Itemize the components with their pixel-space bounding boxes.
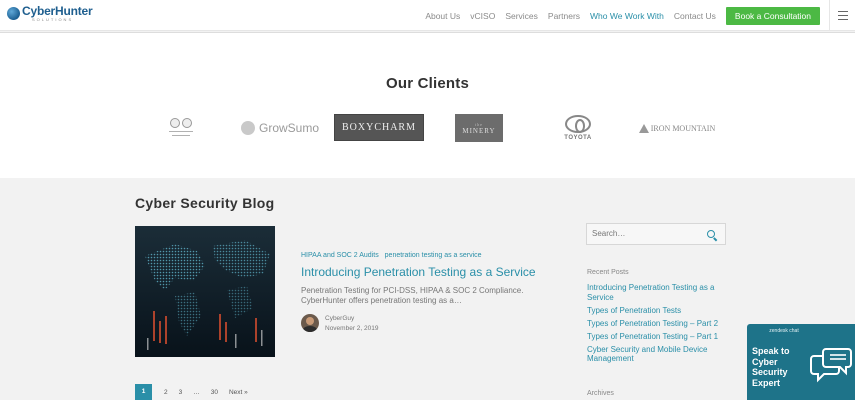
logo-title: CyberHunter xyxy=(22,4,93,18)
chat-prompt: Speak to Cyber Security Expert xyxy=(752,346,790,388)
growsumo-logo-text: GrowSumo xyxy=(258,121,320,135)
cyberhunter-logo[interactable]: CyberHunter SOLUTIONS xyxy=(7,4,93,22)
globe-icon xyxy=(7,7,20,20)
recent-post-link[interactable]: Types of Penetration Testing – Part 1 xyxy=(587,332,727,342)
nav-about-us[interactable]: About Us xyxy=(425,11,460,21)
chat-bubbles-icon xyxy=(810,348,852,383)
menu-icon[interactable] xyxy=(829,0,855,31)
main-nav: About Us vCISO Services Partners Who We … xyxy=(425,0,855,31)
page-30[interactable]: 30 xyxy=(211,389,218,396)
chat-brand: zendesk chat xyxy=(769,328,799,334)
category-link[interactable]: penetration testing as a service xyxy=(385,252,482,259)
category-link[interactable]: HIPAA and SOC 2 Audits xyxy=(301,252,379,259)
toyota-logo-text: TOYOTA xyxy=(564,135,592,141)
mountain-icon xyxy=(638,123,649,133)
nav-vciso[interactable]: vCISO xyxy=(470,11,495,21)
nav-who-we-work-with[interactable]: Who We Work With xyxy=(590,11,664,21)
recent-posts-list: Introducing Penetration Testing as a Ser… xyxy=(587,283,727,367)
page-2[interactable]: 2 xyxy=(164,389,168,396)
page-1[interactable]: 1 xyxy=(135,384,152,400)
recent-post-link[interactable]: Introducing Penetration Testing as a Ser… xyxy=(587,283,727,302)
post-excerpt: Penetration Testing for PCI-DSS, HIPAA &… xyxy=(301,286,524,305)
iron-mountain-logo-text: IRON MOUNTAIN xyxy=(650,123,716,133)
clients-section: Our Clients ▬▬▬▬▬▬▬▬ ▬▬▬▬▬▬ GrowSumo BOXY… xyxy=(0,32,855,178)
book-consultation-button[interactable]: Book a Consultation xyxy=(725,6,820,25)
recent-post-link[interactable]: Types of Penetration Tests xyxy=(587,306,727,316)
post-date: November 2, 2019 xyxy=(325,325,379,332)
nav-partners[interactable]: Partners xyxy=(548,11,580,21)
nav-contact-us[interactable]: Contact Us xyxy=(674,11,716,21)
clients-title: Our Clients xyxy=(385,75,470,92)
post-categories: HIPAA and SOC 2 Audits penetration testi… xyxy=(301,252,486,259)
post-thumbnail[interactable] xyxy=(135,226,275,357)
site-header: CyberHunter SOLUTIONS About Us vCISO Ser… xyxy=(0,0,855,31)
growsumo-logo: GrowSumo xyxy=(238,113,322,143)
next-page-link[interactable]: Next » xyxy=(229,389,248,396)
iron-mountain-logo: IRON MOUNTAIN xyxy=(636,113,718,143)
author-name[interactable]: CyberGuy xyxy=(325,315,354,322)
toyota-logo: TOYOTA xyxy=(560,113,596,143)
page-3[interactable]: 3 xyxy=(179,389,183,396)
search-icon[interactable] xyxy=(707,230,715,238)
minery-logo: the MINERY xyxy=(455,114,503,142)
pagination: 1 2 3 … 30 Next » xyxy=(135,384,259,400)
boxycharm-logo: BOXYCHARM xyxy=(334,114,424,141)
logo-subtitle: SOLUTIONS xyxy=(32,17,74,22)
author-avatar xyxy=(301,314,319,332)
search-input[interactable] xyxy=(592,229,702,238)
archives-title: Archives xyxy=(587,390,614,397)
nav-services[interactable]: Services xyxy=(505,11,538,21)
blog-title: Cyber Security Blog xyxy=(135,195,275,211)
minery-logo-text: MINERY xyxy=(462,126,496,135)
recent-post-link[interactable]: Cyber Security and Mobile Device Managem… xyxy=(587,345,727,364)
seal-logo: ▬▬▬▬▬▬▬▬ ▬▬▬▬▬▬ xyxy=(155,113,207,143)
search-box xyxy=(586,223,726,245)
recent-posts-title: Recent Posts xyxy=(587,269,629,276)
boxycharm-logo-text: BOXYCHARM xyxy=(341,122,416,133)
page-ellipsis: … xyxy=(193,388,200,396)
recent-post-link[interactable]: Types of Penetration Testing – Part 2 xyxy=(587,319,727,329)
post-title[interactable]: Introducing Penetration Testing as a Ser… xyxy=(301,265,536,279)
toyota-emblem-icon xyxy=(565,115,591,133)
chat-widget[interactable]: zendesk chat Speak to Cyber Security Exp… xyxy=(747,324,855,400)
